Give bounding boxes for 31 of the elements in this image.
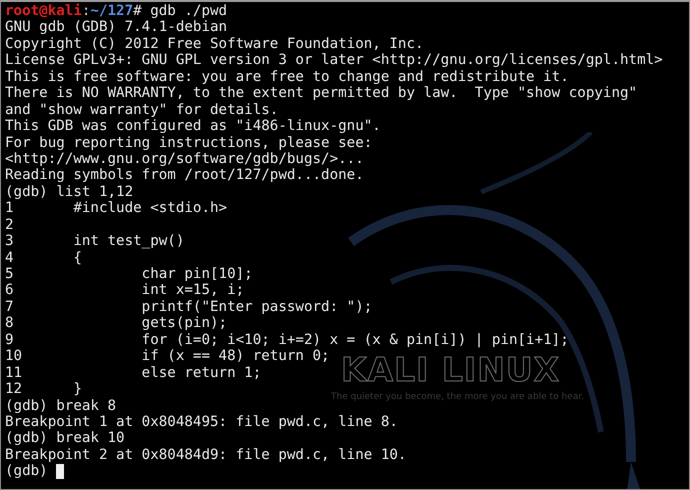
source-code-line: 10 if (x == 48) return 0; xyxy=(5,348,330,365)
output-line: This is free software: you are free to change and redistribute it. xyxy=(5,68,569,86)
gdb-command-line: (gdb) break 10 xyxy=(5,430,125,447)
output-line: Reading symbols from /root/127/pwd...done. xyxy=(5,167,364,184)
shell-prompt-line: root@kali:~/127# gdb ./pwd xyxy=(5,3,228,20)
gdb-command-line: (gdb) break 8 xyxy=(5,398,116,414)
source-code-line: 8 gets(pin); xyxy=(5,315,228,332)
output-line: Breakpoint 1 at 0x8048495: file pwd.c, line 8. xyxy=(5,414,398,430)
output-line: There is NO WARRANTY, to the extent permitted by law. Type "show copying" xyxy=(5,85,638,102)
source-code-line: 1 #include <stdio.h> xyxy=(5,200,228,217)
source-code-line: 11 else return 1; xyxy=(5,364,262,382)
output-line: This GDB was configured as "i486-linux-gnu". xyxy=(5,118,381,134)
output-line: Breakpoint 2 at 0x80484d9: file pwd.c, line 10. xyxy=(5,446,406,464)
kali-logo-text: KALI LINUX xyxy=(341,353,560,386)
source-code-line: 3 int test_pw() xyxy=(5,233,184,250)
source-code-line: 12 } xyxy=(5,381,82,398)
source-code-line: 2 xyxy=(5,216,14,234)
output-line: <http://www.gnu.org/software/gdb/bugs/>... xyxy=(5,150,364,168)
output-line: GNU gdb (GDB) 7.4.1-debian xyxy=(5,19,228,36)
wallpaper-tagline: The quieter you become, the more you are able to hear. xyxy=(331,392,584,402)
source-code-line: 4 { xyxy=(5,250,82,266)
source-code-line: 6 int x=15, i; xyxy=(5,282,244,299)
gdb-prompt: (gdb) xyxy=(5,463,48,480)
output-line: and "show warranty" for details. xyxy=(5,102,278,118)
gdb-command-line: (gdb) list 1,12 xyxy=(5,184,134,200)
source-code-line: 7 printf("Enter password: "); xyxy=(5,298,372,316)
output-line: Copyright (C) 2012 Free Software Foundation, Inc. xyxy=(5,36,424,52)
output-line: For bug reporting instructions, please see: xyxy=(5,134,372,151)
source-code-line: 5 char pin[10]; xyxy=(5,266,253,282)
output-line: License GPLv3+: GNU GPL version 3 or later <http://gnu.org/licenses/gpl.html> xyxy=(5,52,663,69)
source-code-line: 9 for (i=0; i<10; i+=2) x = (x & pin[i]) | pin[i+1]; xyxy=(5,332,569,348)
